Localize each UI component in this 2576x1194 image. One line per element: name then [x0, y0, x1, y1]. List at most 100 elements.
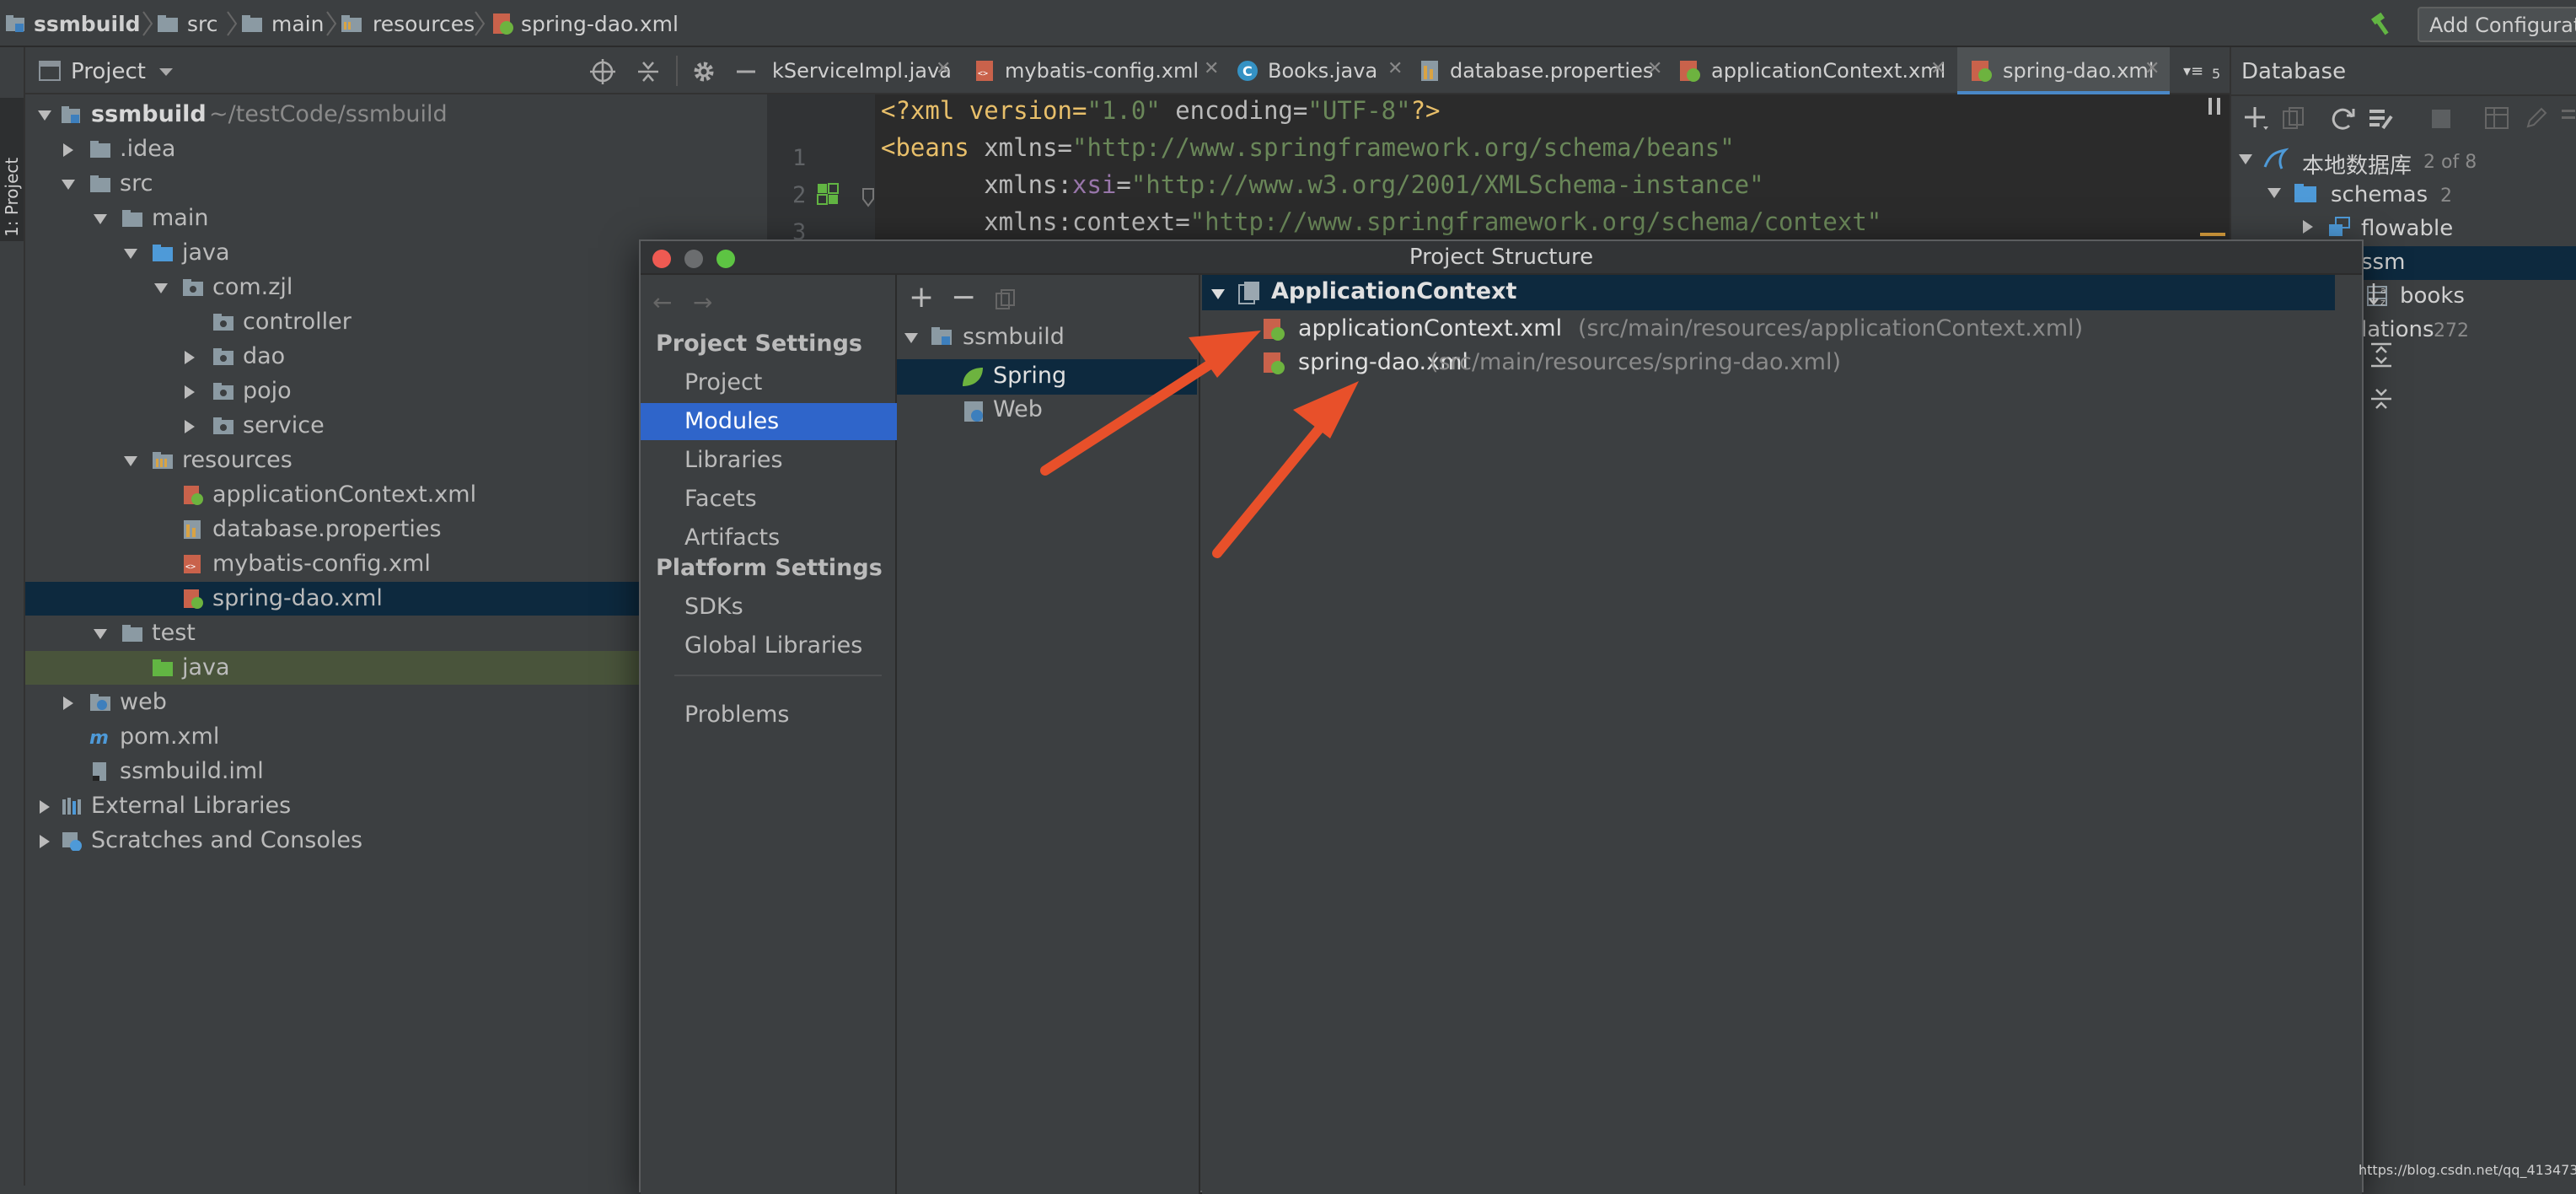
close-icon[interactable]: ✕ — [1204, 58, 1219, 79]
nav-sdks[interactable]: SDKs — [641, 589, 897, 626]
close-icon[interactable]: ✕ — [1930, 58, 1945, 79]
close-icon[interactable]: ✕ — [1647, 58, 1662, 79]
tree-expanded-icon[interactable] — [93, 627, 108, 642]
tree-expanded-icon[interactable] — [153, 281, 169, 296]
breadcrumb-src[interactable]: src — [187, 0, 218, 47]
xml-file-icon: <> — [976, 61, 993, 81]
tree-collapsed-icon[interactable] — [61, 696, 76, 711]
application-context-row-selected[interactable]: ApplicationContext — [1202, 275, 2335, 310]
tree-collapsed-icon[interactable] — [182, 419, 197, 434]
tree-collapsed-icon[interactable] — [37, 799, 52, 815]
tree-collapsed-icon[interactable] — [2300, 219, 2316, 234]
sort-alpha-icon[interactable]: az — [2367, 282, 2396, 309]
tree-expanded-icon[interactable] — [61, 177, 76, 192]
pause-inspection-icon[interactable] — [2208, 98, 2220, 115]
spring-xml-file-icon — [1264, 319, 1285, 341]
code-token: xsi — [1071, 170, 1117, 199]
chevron-down-icon[interactable] — [158, 67, 174, 78]
spring-beans-gutter-icon[interactable] — [816, 182, 841, 207]
close-icon[interactable]: ✕ — [2144, 58, 2160, 79]
tree-node-label: spring-dao.xml — [212, 585, 383, 611]
tree-expanded-icon[interactable] — [904, 331, 919, 346]
tab-bookserviceimpl[interactable]: kServiceImpl.java ✕ — [772, 47, 958, 94]
tab-applicationcontext[interactable]: applicationContext.xml ✕ — [1677, 47, 1956, 94]
tree-expanded-icon[interactable] — [37, 108, 52, 123]
nav-problems[interactable]: Problems — [641, 696, 897, 734]
refresh-icon[interactable] — [2331, 106, 2356, 132]
breadcrumb-resources[interactable]: resources — [373, 0, 475, 47]
table-books[interactable]: books — [2400, 283, 2465, 309]
edit-pencil-icon[interactable] — [2525, 106, 2548, 130]
add-plus-icon[interactable] — [2243, 105, 2270, 132]
nav-libraries[interactable]: Libraries — [641, 442, 897, 479]
gear-icon[interactable] — [691, 59, 716, 84]
tree-expanded-icon[interactable] — [2267, 186, 2282, 201]
nav-artifacts[interactable]: Artifacts — [641, 519, 897, 557]
tree-expanded-icon[interactable] — [2238, 152, 2253, 167]
tab-spring-dao-active[interactable]: spring-dao.xml ✕ — [1957, 47, 2170, 94]
build-hammer-icon[interactable] — [2369, 10, 2397, 37]
copy-icon[interactable] — [2282, 106, 2305, 130]
table-icon[interactable] — [2484, 106, 2509, 130]
collapse-all-icon[interactable] — [636, 59, 661, 84]
collapse-all-icon[interactable] — [2369, 386, 2394, 411]
forward-arrow-icon[interactable]: → — [693, 288, 712, 316]
expand-all-icon[interactable] — [2369, 342, 2394, 368]
tree-node[interactable]: .idea — [25, 132, 767, 166]
breadcrumb-main[interactable]: main — [271, 0, 324, 47]
tree-node[interactable]: ssmbuild ~/testCode/ssmbuild — [25, 98, 767, 132]
schemas-label[interactable]: schemas — [2331, 182, 2428, 207]
nav-modules-selected[interactable]: Modules — [641, 403, 897, 440]
tree-node-label: applicationContext.xml — [212, 481, 477, 508]
tree-collapsed-icon[interactable] — [61, 143, 76, 158]
test-source-folder-icon — [153, 659, 173, 676]
xml-file-icon: <> — [184, 555, 201, 573]
module-ssmbuild[interactable]: ssmbuild — [963, 324, 1065, 350]
tree-node[interactable]: main — [25, 202, 767, 235]
relations-label[interactable]: lations — [2361, 317, 2434, 342]
tree-expanded-icon[interactable] — [1210, 287, 1226, 302]
nav-global-libraries[interactable]: Global Libraries — [641, 627, 897, 664]
tree-collapsed-icon[interactable] — [182, 350, 197, 365]
copy-icon[interactable] — [995, 288, 1017, 310]
tab-label: spring-dao.xml — [2003, 59, 2155, 83]
tree-collapsed-icon[interactable] — [182, 385, 197, 400]
fold-marker-icon[interactable] — [861, 187, 875, 207]
breadcrumb-spring-dao[interactable]: spring-dao.xml — [521, 0, 679, 47]
tree-node[interactable]: src — [25, 167, 767, 201]
project-tool-window-button[interactable]: 1: Project — [0, 98, 24, 241]
tab-mybatis-config[interactable]: <> mybatis-config.xml ✕ — [974, 47, 1227, 94]
folder-icon — [242, 15, 262, 32]
breadcrumb-separator-icon — [142, 11, 153, 36]
remove-minus-icon[interactable]: − — [951, 280, 976, 315]
tab-books-java[interactable]: C Books.java ✕ — [1236, 47, 1413, 94]
back-arrow-icon[interactable]: ← — [652, 288, 672, 316]
hide-panel-icon[interactable] — [733, 59, 759, 84]
datasource-label[interactable]: 本地数据库 — [2302, 148, 2412, 180]
close-icon[interactable]: ✕ — [936, 58, 951, 79]
overflow-icon[interactable] — [2560, 108, 2576, 128]
tree-expanded-icon[interactable] — [123, 246, 138, 261]
tree-expanded-icon[interactable] — [93, 212, 108, 227]
tree-expanded-icon[interactable] — [123, 454, 138, 469]
config-file-name[interactable]: applicationContext.xml — [1298, 315, 1562, 342]
facet-web[interactable]: Web — [993, 396, 1043, 422]
code-token: "UTF-8" — [1307, 96, 1411, 125]
breadcrumb-ssmbuild[interactable]: ssmbuild — [34, 0, 141, 47]
facet-spring-selected[interactable]: Spring — [897, 359, 1197, 395]
tree-collapsed-icon[interactable] — [37, 834, 52, 849]
add-configuration-button[interactable]: Add Configurati — [2418, 7, 2576, 42]
locate-crosshair-icon[interactable] — [590, 59, 615, 84]
close-icon[interactable]: ✕ — [1387, 58, 1403, 79]
nav-facets[interactable]: Facets — [641, 481, 897, 518]
tree-node-label: java — [182, 239, 230, 266]
tab-database-properties[interactable]: database.properties ✕ — [1419, 47, 1672, 94]
file-set-icon — [1238, 282, 1259, 304]
schema-flowable[interactable]: flowable — [2361, 216, 2453, 241]
nav-project[interactable]: Project — [641, 364, 897, 401]
tab-overflow-button[interactable]: ▾≡ 5 — [2180, 47, 2227, 94]
add-plus-icon[interactable]: + — [909, 280, 934, 315]
tree-node-label: service — [243, 412, 325, 438]
stop-icon[interactable] — [2432, 110, 2450, 128]
schema-edit-icon[interactable] — [2368, 106, 2395, 132]
